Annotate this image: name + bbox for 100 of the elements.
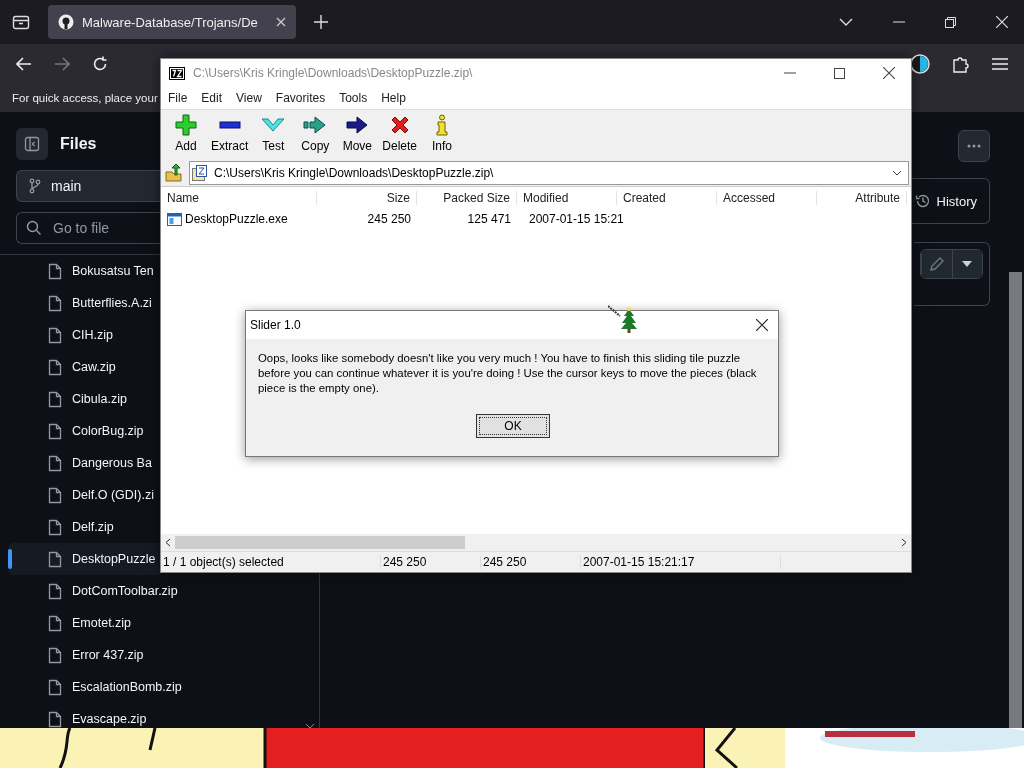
toolbar-button[interactable]: Copy [294, 114, 337, 153]
dialog-message: Oops, looks like somebody doesn't like you very much ! You have to finish this sliding tile puzzle before you can continue whatever it is you're doing ! Use the cursor keys to move the pieces (black piece is the empty one). [258, 351, 758, 396]
path-field[interactable]: C:\Users\Kris Kringle\Downloads\DesktopPuzzle.zip\ [189, 161, 909, 185]
back-arrow-icon[interactable] [16, 57, 32, 71]
collapse-panel-button[interactable] [16, 128, 48, 160]
tree-item[interactable]: Error 437.zip [8, 639, 160, 671]
archive-logo-icon [169, 66, 185, 80]
tree-item[interactable]: DesktopPuzzle [8, 543, 160, 575]
menu-item[interactable]: File [168, 91, 188, 105]
dialog-title: Slider 1.0 [250, 318, 301, 332]
file-icon [48, 582, 62, 600]
file-icon [48, 422, 62, 440]
plus-icon [175, 114, 197, 136]
column-header[interactable]: Packed Size [417, 191, 517, 205]
menu-item[interactable]: Edit [201, 91, 223, 105]
table-cell-text: 125 471 [466, 212, 512, 226]
column-header[interactable]: Size [317, 191, 417, 205]
file-icon [48, 710, 62, 728]
tree-item[interactable]: Delf.zip [8, 511, 160, 543]
maximize-icon[interactable] [834, 67, 845, 79]
tree-item[interactable]: DotComToolbar.zip [8, 575, 178, 607]
tree-item[interactable]: Dangerous Ba [8, 447, 160, 479]
dropdown-button[interactable] [951, 250, 982, 278]
clock-icon [914, 193, 931, 209]
file-icon [48, 550, 62, 568]
column-header[interactable]: Attribute [817, 191, 907, 205]
christmas-tree-icon [608, 305, 638, 333]
puzzle-piece-icon[interactable] [952, 55, 970, 73]
file-icon [48, 518, 62, 536]
tree-item[interactable]: Cibula.zip [8, 383, 160, 415]
close-icon[interactable] [756, 319, 768, 331]
menu-icon[interactable] [992, 58, 1008, 70]
browser-tab[interactable]: Malware-Database/Trojans/De [48, 5, 296, 39]
tab-list-icon[interactable] [12, 14, 30, 30]
file-icon [48, 486, 62, 504]
tree-item[interactable]: Butterflies.A.zi [8, 287, 160, 319]
tab-title: Malware-Database/Trojans/De [82, 14, 259, 30]
plus-icon[interactable] [314, 15, 328, 29]
circle-icon[interactable] [910, 54, 930, 74]
file-icon [48, 294, 62, 312]
column-header[interactable]: Modified [517, 191, 617, 205]
column-header[interactable]: Name [161, 191, 317, 205]
menu-item[interactable]: Help [381, 91, 406, 105]
scroll-right-icon[interactable] [901, 538, 907, 547]
arrow-right-icon [345, 114, 370, 136]
pencil-icon [928, 256, 945, 272]
toolbar-button[interactable]: Info [421, 114, 464, 153]
tree-item[interactable]: Evascape.zip [8, 703, 160, 735]
chevron-down-icon[interactable] [892, 170, 902, 176]
toolbar-button[interactable]: Delete [378, 114, 422, 153]
reload-icon[interactable] [92, 56, 108, 72]
menu-item[interactable]: Tools [339, 91, 368, 105]
branch-selector[interactable]: main [16, 170, 160, 202]
tree-item[interactable]: Delf.O (GDI).zi [8, 479, 160, 511]
status-text: 2007-01-15 15:21:17 [581, 555, 781, 569]
edit-button[interactable] [921, 250, 952, 278]
bookmarks-hint: For quick access, place your [12, 92, 158, 104]
menu-item[interactable]: Favorites [275, 91, 326, 105]
file-icon [48, 390, 62, 408]
toolbar-button[interactable]: Add [165, 114, 207, 153]
window-title: C:\Users\Kris Kringle\Downloads\DesktopPuzzle.zip\ [193, 66, 473, 80]
archive-file-icon [192, 165, 208, 181]
tree-item[interactable]: Bokusatsu Ten [8, 255, 160, 287]
files-heading: Files [60, 135, 97, 153]
forward-arrow-icon[interactable] [54, 57, 70, 71]
search-icon [26, 220, 42, 236]
tree-item[interactable]: ColorBug.zip [8, 415, 160, 447]
table-cell[interactable]: DesktopPuzzle.exe [161, 212, 317, 226]
branch-icon [29, 178, 41, 194]
close-icon[interactable] [883, 67, 895, 79]
window-file-icon [167, 212, 182, 226]
status-text: 1 / 1 object(s) selected [161, 555, 381, 569]
file-icon [48, 678, 62, 696]
file-icon [48, 326, 62, 344]
arrow-right-icon [303, 114, 328, 136]
tree-item[interactable]: CIH.zip [8, 319, 160, 351]
status-text: 245 250 [481, 555, 581, 569]
file-icon [48, 262, 62, 280]
tree-item[interactable]: EscalationBomb.zip [8, 671, 182, 703]
table-cell-text: 245 250 [366, 212, 412, 226]
file-icon [48, 358, 62, 376]
tree-item[interactable]: Caw.zip [8, 351, 160, 383]
scroll-left-icon[interactable] [165, 538, 171, 547]
caret-icon [962, 261, 973, 267]
tree-item[interactable]: Emotet.zip [8, 607, 160, 639]
search-field[interactable]: Go to file [16, 212, 160, 244]
column-header[interactable]: Accessed [717, 191, 817, 205]
toolbar-button[interactable]: Test [252, 114, 295, 153]
restore-icon[interactable] [945, 16, 956, 28]
horizontal-scrollbar[interactable] [161, 534, 911, 551]
column-header[interactable]: Created [617, 191, 717, 205]
folder-up-icon[interactable] [165, 164, 183, 182]
ok-button[interactable]: OK [476, 414, 550, 438]
info-icon [435, 114, 450, 136]
file-icon [48, 614, 62, 632]
toolbar-button[interactable]: Move [336, 114, 379, 153]
menu-item[interactable]: View [236, 91, 262, 105]
kebab-icon [967, 144, 981, 148]
table-cell-text: 2007-01-15 15:21 [528, 212, 625, 226]
toolbar-button[interactable]: Extract [207, 114, 253, 153]
